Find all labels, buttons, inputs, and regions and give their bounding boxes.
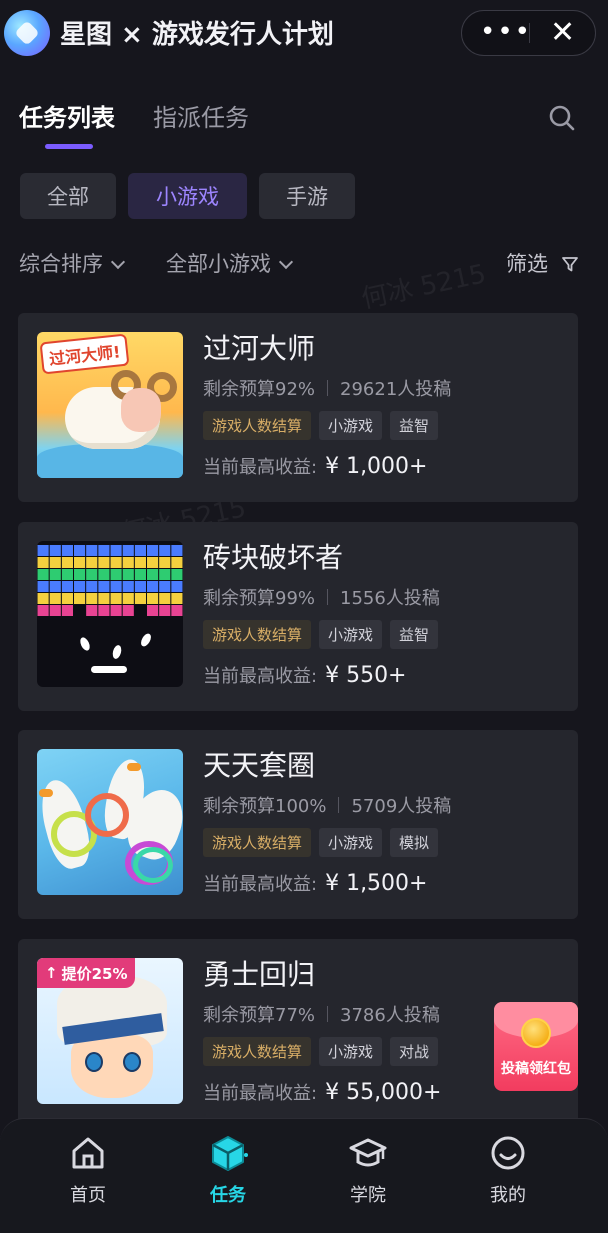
max-income: 当前最高收益: ¥ 1,000+ bbox=[203, 453, 427, 479]
income-amount: ¥ 1,500+ bbox=[325, 871, 428, 896]
tag: 游戏人数结算 bbox=[203, 828, 312, 857]
max-income: 当前最高收益: ¥ 550+ bbox=[203, 662, 407, 688]
game-task-card[interactable]: 过河大师! 过河大师 剩余预算92% 29621人投稿 游戏人数结算 小游戏 益智… bbox=[18, 313, 578, 502]
nav-tasks[interactable]: 任务 bbox=[188, 1133, 268, 1207]
game-stats: 剩余预算99% 1556人投稿 bbox=[203, 584, 440, 610]
active-tab-indicator bbox=[45, 144, 93, 149]
budget-remaining: 剩余预算92% bbox=[203, 379, 316, 400]
tag: 小游戏 bbox=[319, 1037, 383, 1066]
arrow-up-icon: ↑ bbox=[45, 964, 58, 982]
tag: 小游戏 bbox=[319, 411, 383, 440]
tag: 游戏人数结算 bbox=[203, 1037, 312, 1066]
red-packet-label: 投稿领红包 bbox=[501, 1061, 571, 1077]
chip-mini-game[interactable]: 小游戏 bbox=[128, 173, 247, 219]
nav-home[interactable]: 首页 bbox=[48, 1133, 128, 1207]
game-thumbnail: ↑ 提价25% bbox=[37, 958, 183, 1104]
nav-label: 我的 bbox=[490, 1185, 526, 1206]
filter-label: 筛选 bbox=[506, 252, 548, 276]
coin-icon bbox=[521, 1018, 551, 1048]
game-thumbnail: 过河大师! bbox=[37, 332, 183, 478]
tag-list: 游戏人数结算 小游戏 益智 bbox=[203, 620, 439, 649]
game-name: 勇士回归 bbox=[203, 958, 316, 991]
nav-label: 首页 bbox=[70, 1185, 106, 1206]
income-label: 当前最高收益: bbox=[203, 457, 318, 478]
chevron-down-icon bbox=[278, 254, 294, 270]
game-stats: 剩余预算77% 3786人投稿 bbox=[203, 1001, 440, 1027]
submission-count: 1556人投稿 bbox=[340, 588, 440, 609]
max-income: 当前最高收益: ¥ 1,500+ bbox=[203, 870, 427, 896]
chip-mobile-game[interactable]: 手游 bbox=[259, 173, 355, 219]
max-income: 当前最高收益: ¥ 55,000+ bbox=[203, 1079, 441, 1105]
filter-funnel-icon bbox=[561, 257, 578, 272]
budget-remaining: 剩余预算99% bbox=[203, 588, 316, 609]
submission-count: 5709人投稿 bbox=[351, 796, 452, 817]
home-icon bbox=[72, 1137, 104, 1169]
submission-count: 3786人投稿 bbox=[340, 1005, 440, 1026]
watermark: 何冰 5215 bbox=[358, 259, 489, 315]
game-stats: 剩余预算100% 5709人投稿 bbox=[203, 792, 451, 818]
tag-list: 游戏人数结算 小游戏 模拟 bbox=[203, 828, 439, 857]
game-thumbnail bbox=[37, 749, 183, 895]
red-packet-button[interactable]: 投稿领红包 bbox=[494, 1002, 578, 1091]
tag: 小游戏 bbox=[319, 828, 383, 857]
close-icon[interactable]: ✕ bbox=[550, 15, 575, 50]
tab-assigned-tasks[interactable]: 指派任务 bbox=[153, 98, 249, 133]
tag: 游戏人数结算 bbox=[203, 411, 312, 440]
income-label: 当前最高收益: bbox=[203, 666, 318, 687]
game-stats: 剩余预算92% 29621人投稿 bbox=[203, 375, 451, 401]
tag: 游戏人数结算 bbox=[203, 620, 312, 649]
chevron-down-icon bbox=[110, 254, 126, 270]
thumbnail-logo-text: 过河大师! bbox=[39, 333, 130, 375]
game-name: 砖块破坏者 bbox=[203, 541, 344, 574]
more-icon[interactable]: ••• bbox=[480, 17, 532, 47]
price-raise-badge: ↑ 提价25% bbox=[37, 958, 136, 988]
task-cube-icon bbox=[212, 1136, 248, 1171]
income-amount: ¥ 55,000+ bbox=[325, 1080, 442, 1105]
game-task-card[interactable]: 砖块破坏者 剩余预算99% 1556人投稿 游戏人数结算 小游戏 益智 当前最高收… bbox=[18, 522, 578, 711]
search-icon[interactable] bbox=[548, 104, 576, 132]
tag: 益智 bbox=[390, 411, 439, 440]
nav-label: 任务 bbox=[210, 1185, 246, 1206]
tag: 模拟 bbox=[390, 828, 439, 857]
tag-list: 游戏人数结算 小游戏 对战 bbox=[203, 1037, 439, 1066]
graduation-cap-icon bbox=[349, 1138, 387, 1167]
tab-task-list[interactable]: 任务列表 bbox=[19, 98, 115, 133]
chip-all[interactable]: 全部 bbox=[20, 173, 116, 219]
game-task-card[interactable]: 天天套圈 剩余预算100% 5709人投稿 游戏人数结算 小游戏 模拟 当前最高收… bbox=[18, 730, 578, 919]
tag-list: 游戏人数结算 小游戏 益智 bbox=[203, 411, 439, 440]
income-amount: ¥ 1,000+ bbox=[325, 454, 428, 479]
tag: 对战 bbox=[390, 1037, 439, 1066]
app-logo bbox=[4, 10, 50, 56]
bottom-navigation: 首页 任务 学院 我的 bbox=[0, 1118, 608, 1233]
nav-mine[interactable]: 我的 bbox=[468, 1133, 548, 1207]
income-amount: ¥ 550+ bbox=[325, 663, 407, 688]
category-dropdown[interactable]: 全部小游戏 bbox=[166, 248, 294, 278]
income-label: 当前最高收益: bbox=[203, 874, 318, 895]
price-raise-label: 提价25% bbox=[61, 964, 128, 983]
sort-order-dropdown[interactable]: 综合排序 bbox=[19, 248, 126, 278]
capsule-divider bbox=[529, 23, 530, 43]
nav-academy[interactable]: 学院 bbox=[328, 1133, 408, 1207]
filter-button[interactable]: 筛选 bbox=[506, 248, 579, 278]
income-label: 当前最高收益: bbox=[203, 1083, 318, 1104]
tag: 益智 bbox=[390, 620, 439, 649]
top-bar: 星图 × 游戏发行人计划 ••• ✕ bbox=[0, 0, 608, 72]
smile-face-icon bbox=[491, 1136, 525, 1170]
game-name: 天天套圈 bbox=[203, 749, 316, 782]
page-title: 星图 × 游戏发行人计划 bbox=[60, 20, 334, 50]
submission-count: 29621人投稿 bbox=[340, 379, 452, 400]
sort-order-label: 综合排序 bbox=[19, 252, 103, 276]
game-thumbnail bbox=[37, 541, 183, 687]
budget-remaining: 剩余预算100% bbox=[203, 796, 327, 817]
game-name: 过河大师 bbox=[203, 332, 316, 365]
mini-program-capsule: ••• ✕ bbox=[461, 10, 596, 56]
tag: 小游戏 bbox=[319, 620, 383, 649]
budget-remaining: 剩余预算77% bbox=[203, 1005, 316, 1026]
category-label: 全部小游戏 bbox=[166, 252, 271, 276]
nav-label: 学院 bbox=[350, 1185, 386, 1206]
